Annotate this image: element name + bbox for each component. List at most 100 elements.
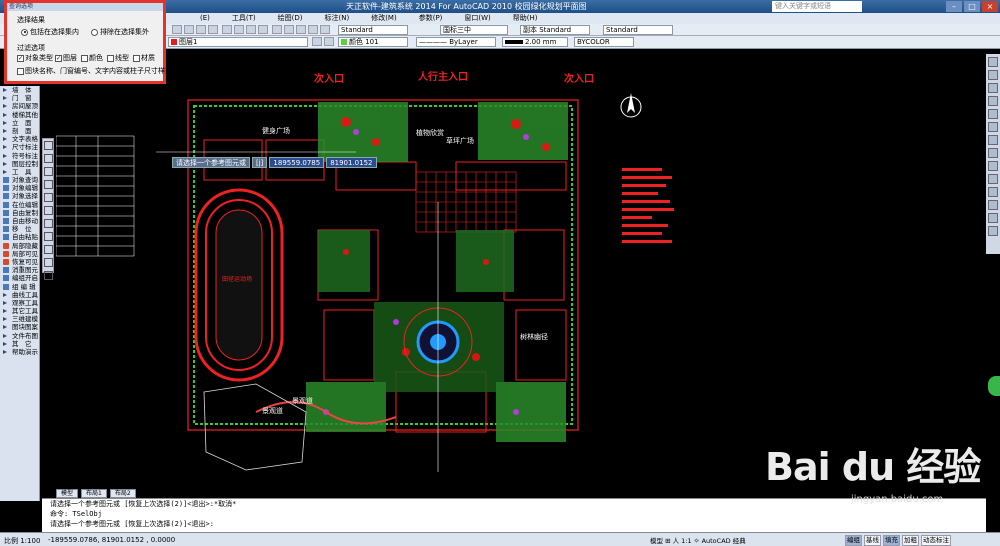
drawing-canvas[interactable]: 次入口 人行主入口 次入口 健身广场 植物欣赏 草坪广场 田径运动场 树林幽径 … bbox=[56, 52, 984, 490]
print-icon[interactable] bbox=[208, 25, 218, 34]
rotate-icon[interactable] bbox=[988, 135, 998, 145]
menu-modify[interactable]: 修改(M) bbox=[361, 13, 407, 24]
menu-help[interactable]: 帮助(H) bbox=[503, 13, 548, 24]
chamfer-icon[interactable] bbox=[988, 213, 998, 223]
workspace-indicator[interactable]: 模型 ⊞ 人 1:1 ☼ AutoCAD 经典 bbox=[650, 535, 746, 545]
menu-edit[interactable]: (E) bbox=[190, 13, 220, 24]
new-icon[interactable] bbox=[172, 25, 182, 34]
hatch-icon[interactable] bbox=[44, 258, 53, 267]
menu-dimension-tools[interactable]: 尺寸标注 bbox=[0, 143, 39, 151]
menu-tools-group[interactable]: 工 具 bbox=[0, 168, 39, 176]
menu-free-copy[interactable]: 自由复制 bbox=[0, 209, 39, 217]
block-icon[interactable] bbox=[44, 245, 53, 254]
calc-icon[interactable] bbox=[308, 25, 318, 34]
stretch-icon[interactable] bbox=[988, 161, 998, 171]
menu-local-hide[interactable]: 局部隐藏 bbox=[0, 242, 39, 250]
checkbox-layer[interactable]: ✓ 图层 bbox=[55, 53, 77, 63]
zoom-icon[interactable] bbox=[222, 25, 232, 34]
toggle-dynamic-dim[interactable]: 动态标注 bbox=[921, 535, 951, 546]
scale-indicator[interactable]: 比例 1:100 bbox=[4, 536, 40, 546]
scale-icon[interactable] bbox=[988, 148, 998, 158]
layer-select[interactable]: 图层1 bbox=[168, 37, 308, 47]
array-icon[interactable] bbox=[988, 109, 998, 119]
x-coordinate-input[interactable]: 189559.0785 bbox=[269, 157, 325, 168]
text-icon[interactable] bbox=[44, 271, 53, 280]
menu-inplace-edit[interactable]: 在位编辑 bbox=[0, 201, 39, 209]
mirror-icon[interactable] bbox=[988, 83, 998, 93]
menu-window[interactable]: 窗口(W) bbox=[454, 13, 500, 24]
help-icon[interactable] bbox=[320, 25, 330, 34]
checkbox-color[interactable]: 颜色 bbox=[81, 53, 103, 63]
command-line[interactable]: 请选择一个参考图元或 [恢复上次选择(2)]<退出>:*取消* 命令: TSel… bbox=[42, 498, 986, 532]
close-button[interactable]: × bbox=[982, 1, 998, 12]
dim-style-select[interactable]: 国标三中 bbox=[440, 25, 508, 35]
extend-icon[interactable] bbox=[988, 187, 998, 197]
redo-icon[interactable] bbox=[258, 25, 268, 34]
menu-object-select[interactable]: 对象选择 bbox=[0, 192, 39, 200]
color-select[interactable]: 颜色 101 bbox=[338, 37, 408, 47]
polyline-icon[interactable] bbox=[44, 154, 53, 163]
menu-restore-visible[interactable]: 恢复可见 bbox=[0, 258, 39, 266]
maximize-button[interactable]: □ bbox=[964, 1, 980, 12]
lineweight-select[interactable]: 2.00 mm bbox=[502, 37, 568, 47]
toggle-group[interactable]: 编组 bbox=[845, 535, 862, 546]
move-icon[interactable] bbox=[988, 122, 998, 132]
rectangle-icon[interactable] bbox=[44, 180, 53, 189]
fillet-icon[interactable] bbox=[988, 226, 998, 236]
menu-help-demo[interactable]: 帮助演示 bbox=[0, 348, 39, 356]
y-coordinate-input[interactable]: 81901.0152 bbox=[326, 157, 377, 168]
checkbox-linetype[interactable]: 线型 bbox=[107, 53, 129, 63]
trim-icon[interactable] bbox=[988, 174, 998, 184]
mleader-style-select[interactable]: Standard bbox=[603, 25, 673, 35]
help-search-input[interactable]: 键入关键字或短语 bbox=[772, 1, 862, 12]
menu-tools[interactable]: 工具(T) bbox=[222, 13, 266, 24]
menu-layer-control[interactable]: 图层控制 bbox=[0, 160, 39, 168]
save-icon[interactable] bbox=[196, 25, 206, 34]
linetype-select[interactable]: ———— ByLayer bbox=[416, 37, 496, 47]
menu-wall[interactable]: 墙 体 bbox=[0, 86, 39, 94]
tab-layout1[interactable]: 布局1 bbox=[81, 489, 107, 498]
menu-block-pattern[interactable]: 图块图案 bbox=[0, 323, 39, 331]
copy-icon[interactable] bbox=[988, 70, 998, 80]
undo-icon[interactable] bbox=[246, 25, 256, 34]
design-center-icon[interactable] bbox=[284, 25, 294, 34]
floating-assistant-icon[interactable] bbox=[988, 376, 1000, 396]
tab-layout2[interactable]: 布局2 bbox=[109, 489, 136, 498]
offset-icon[interactable] bbox=[988, 96, 998, 106]
menu-file-layout[interactable]: 文件布图 bbox=[0, 332, 39, 340]
toggle-baseline[interactable]: 基线 bbox=[864, 535, 881, 546]
toggle-fill[interactable]: 填充 bbox=[883, 535, 900, 546]
properties-icon[interactable] bbox=[272, 25, 282, 34]
menu-section[interactable]: 剖 面 bbox=[0, 127, 39, 135]
menu-group-edit[interactable]: 组 编 辑 bbox=[0, 283, 39, 291]
layer-states-icon[interactable] bbox=[324, 37, 334, 46]
menu-parameters[interactable]: 参数(P) bbox=[409, 13, 453, 24]
menu-draw[interactable]: 绘图(D) bbox=[268, 13, 313, 24]
checkbox-block-name[interactable]: 图块名称、门窗编号、文字内容或柱子尺寸样式 bbox=[17, 66, 172, 76]
radio-include[interactable]: 包括在选择集内 bbox=[21, 27, 79, 37]
minimize-button[interactable]: – bbox=[946, 1, 962, 12]
pan-icon[interactable] bbox=[234, 25, 244, 34]
arc-icon[interactable] bbox=[44, 193, 53, 202]
text-style-select[interactable]: Standard bbox=[338, 25, 408, 35]
layer-previous-icon[interactable] bbox=[312, 37, 322, 46]
menu-curve-tools[interactable]: 曲线工具 bbox=[0, 291, 39, 299]
radio-exclude[interactable]: 排除在选择集外 bbox=[91, 27, 149, 37]
checkbox-object-type[interactable]: ✓ 对象类型 bbox=[17, 53, 53, 63]
menu-other[interactable]: 其 它 bbox=[0, 340, 39, 348]
circle-icon[interactable] bbox=[44, 206, 53, 215]
toggle-bold[interactable]: 加粗 bbox=[902, 535, 919, 546]
erase-icon[interactable] bbox=[988, 57, 998, 67]
ellipse-icon[interactable] bbox=[44, 232, 53, 241]
checkbox-material[interactable]: 材质 bbox=[133, 53, 155, 63]
command-prompt[interactable]: 请选择一个参考图元或 [恢复上次选择(2)]<退出>: bbox=[42, 519, 986, 529]
plotstyle-select[interactable]: BYCOLOR bbox=[574, 37, 634, 47]
menu-elevation[interactable]: 立 面 bbox=[0, 119, 39, 127]
menu-view-tools[interactable]: 观察工具 bbox=[0, 299, 39, 307]
menu-local-visible[interactable]: 局部可见 bbox=[0, 250, 39, 258]
tab-model[interactable]: 模型 bbox=[56, 489, 79, 498]
menu-stairs[interactable]: 楼梯其他 bbox=[0, 111, 39, 119]
menu-room-roof[interactable]: 房间屋顶 bbox=[0, 102, 39, 110]
prompt-hint-icon[interactable]: [j] bbox=[252, 157, 268, 168]
menu-dimension[interactable]: 标注(N) bbox=[315, 13, 360, 24]
